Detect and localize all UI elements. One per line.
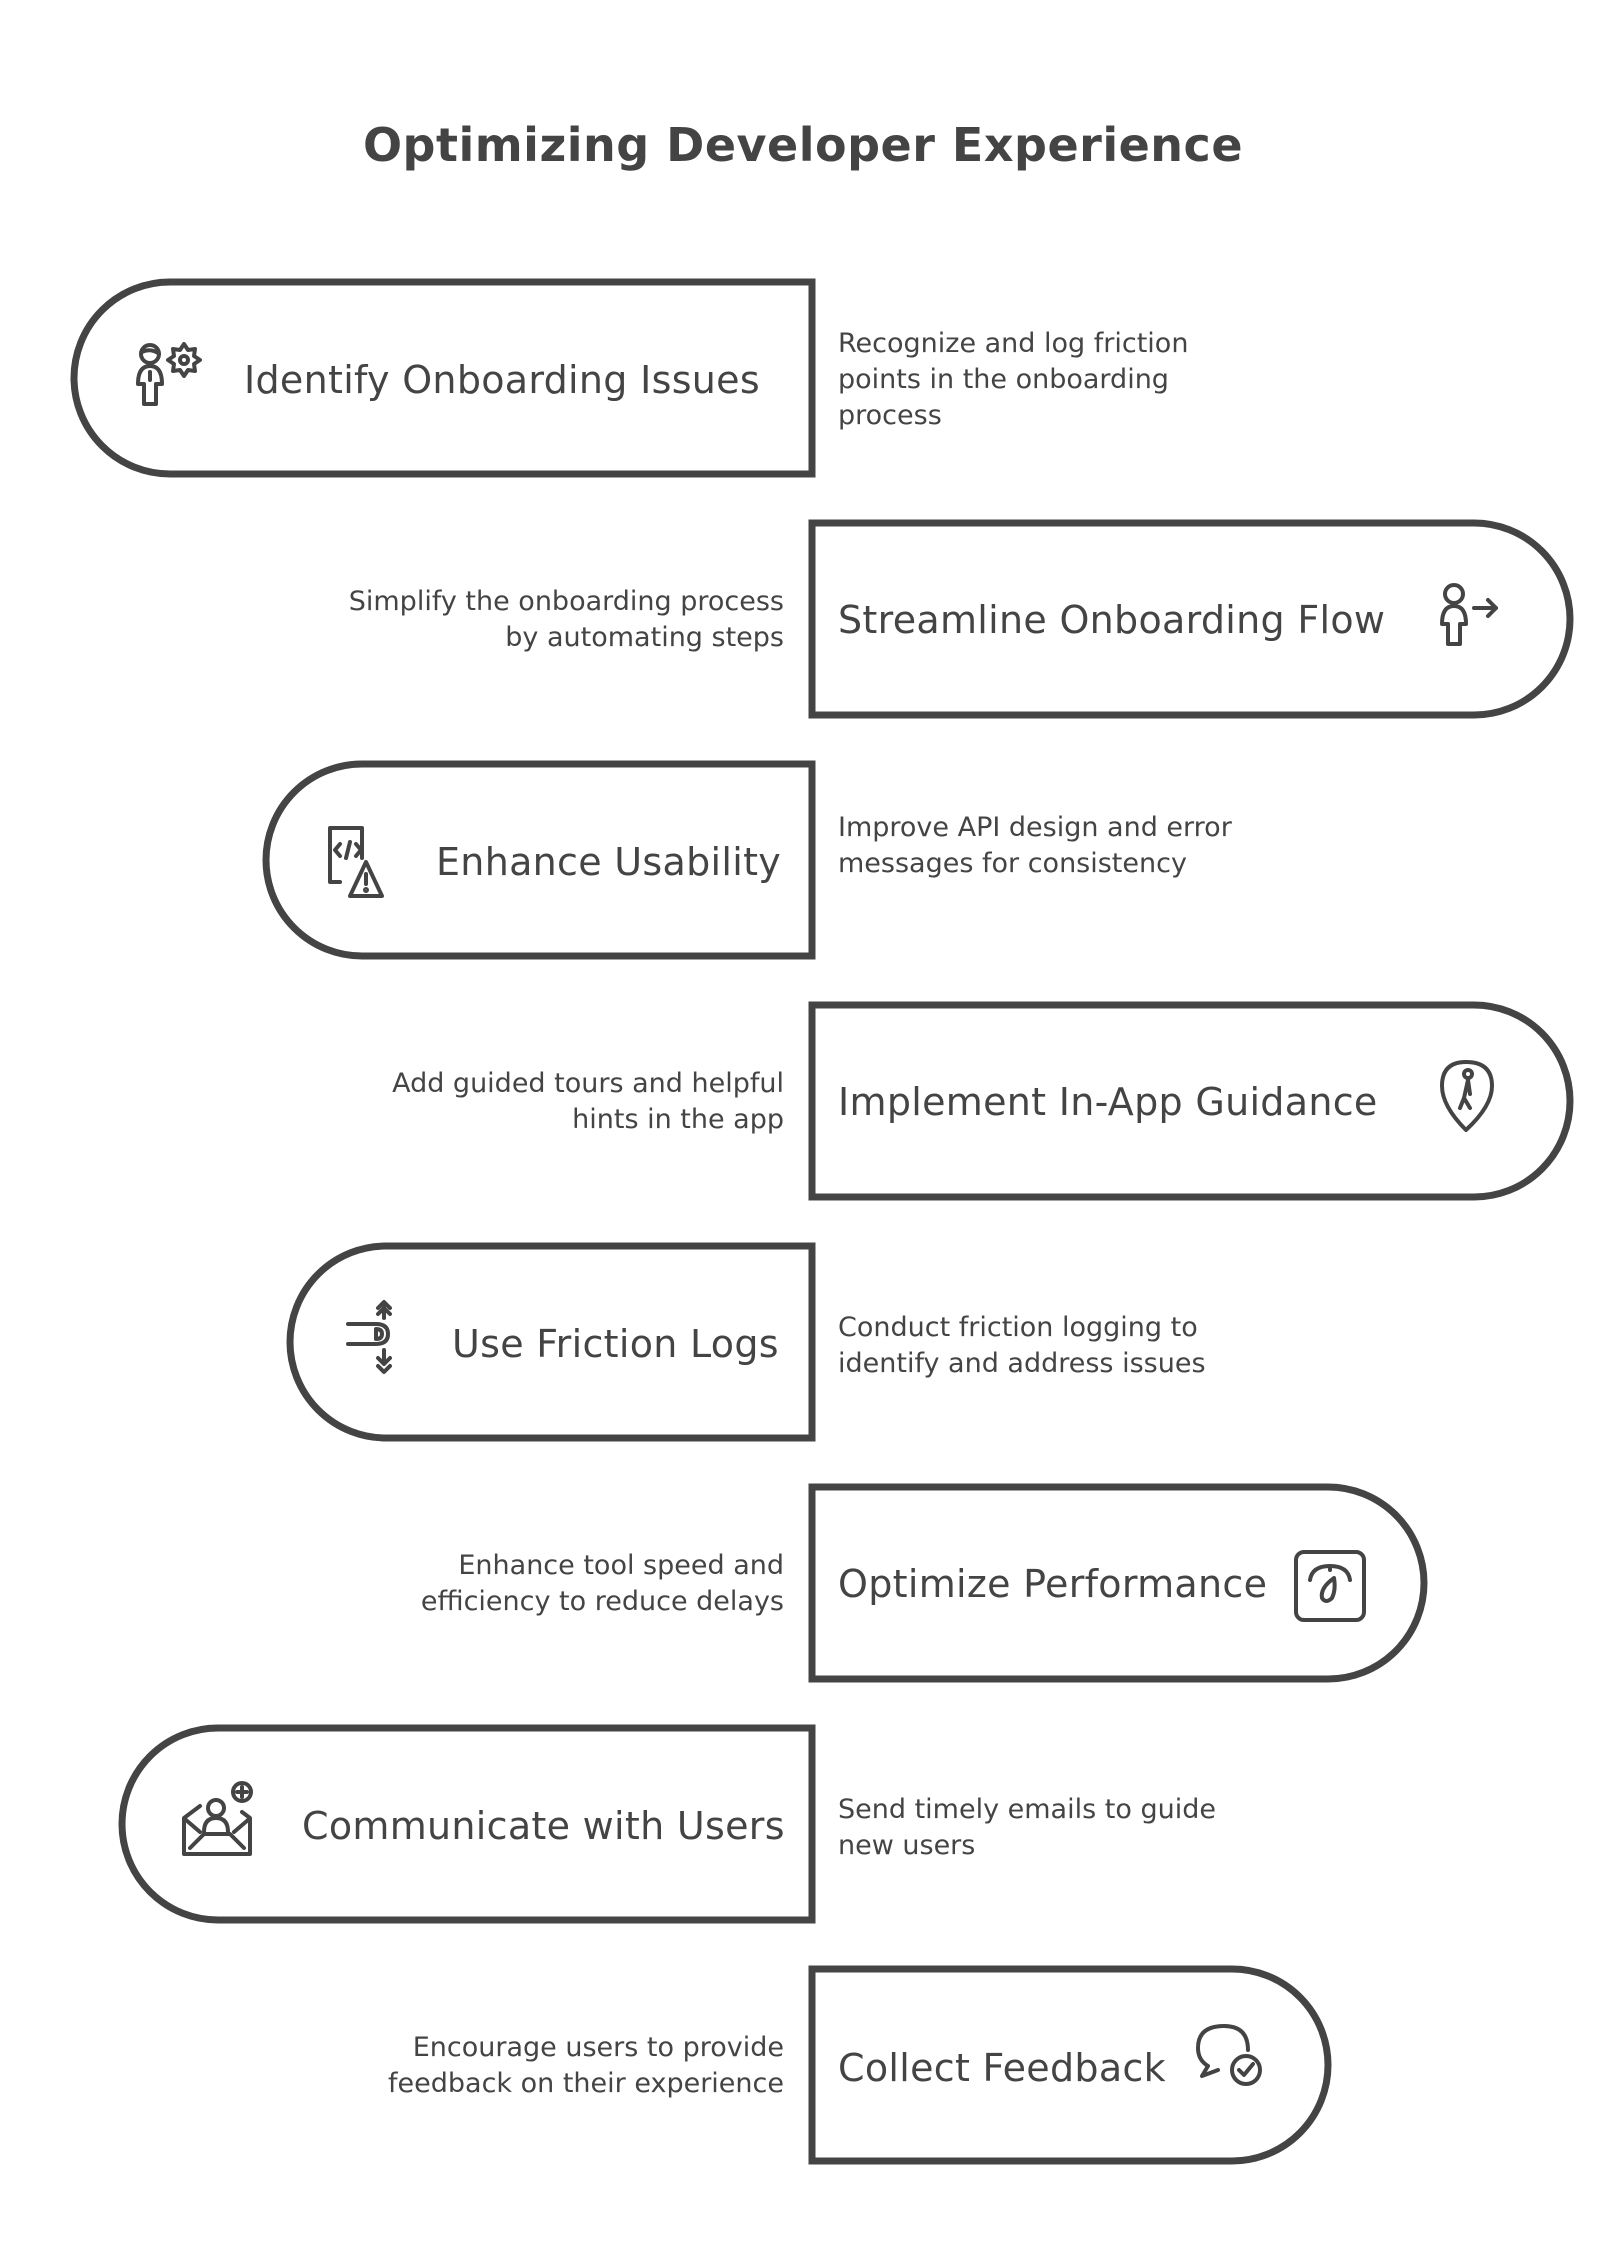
step-3-label: Enhance Usability — [436, 840, 782, 884]
email-user-icon — [178, 1780, 268, 1870]
location-person-icon — [1434, 1054, 1514, 1144]
step-4-description: Add guided tours and helpful hints in th… — [392, 1068, 784, 1135]
step-8-description: Encourage users to provide feedback on t… — [388, 2032, 784, 2099]
step-7-description: Send timely emails to guide new users — [838, 1794, 1216, 1861]
person-gear-icon — [132, 340, 212, 420]
step-5-label: Use Friction Logs — [452, 1322, 779, 1366]
step-1-description: Recognize and log friction points in the… — [838, 328, 1189, 431]
step-2-description: Simplify the onboarding process by autom… — [348, 586, 784, 653]
step-2-label: Streamline Onboarding Flow — [838, 598, 1386, 642]
chat-check-icon — [1186, 2018, 1276, 2098]
gauge-icon — [1290, 1546, 1370, 1626]
step-4-label: Implement In-App Guidance — [838, 1080, 1378, 1124]
step-8-label: Collect Feedback — [838, 2046, 1166, 2090]
step-1-label: Identify Onboarding Issues — [244, 358, 760, 402]
step-5-description: Conduct friction logging to identify and… — [838, 1312, 1206, 1379]
code-warning-icon — [322, 818, 412, 908]
step-3-description: Improve API design and error messages fo… — [838, 812, 1232, 879]
pill-shapes — [70, 278, 1574, 2165]
friction-log-icon — [340, 1296, 410, 1386]
step-7-label: Communicate with Users — [302, 1804, 785, 1848]
step-6-description: Enhance tool speed and efficiency to red… — [420, 1550, 784, 1617]
step-6-label: Optimize Performance — [838, 1562, 1268, 1606]
person-arrow-icon — [1432, 580, 1512, 660]
